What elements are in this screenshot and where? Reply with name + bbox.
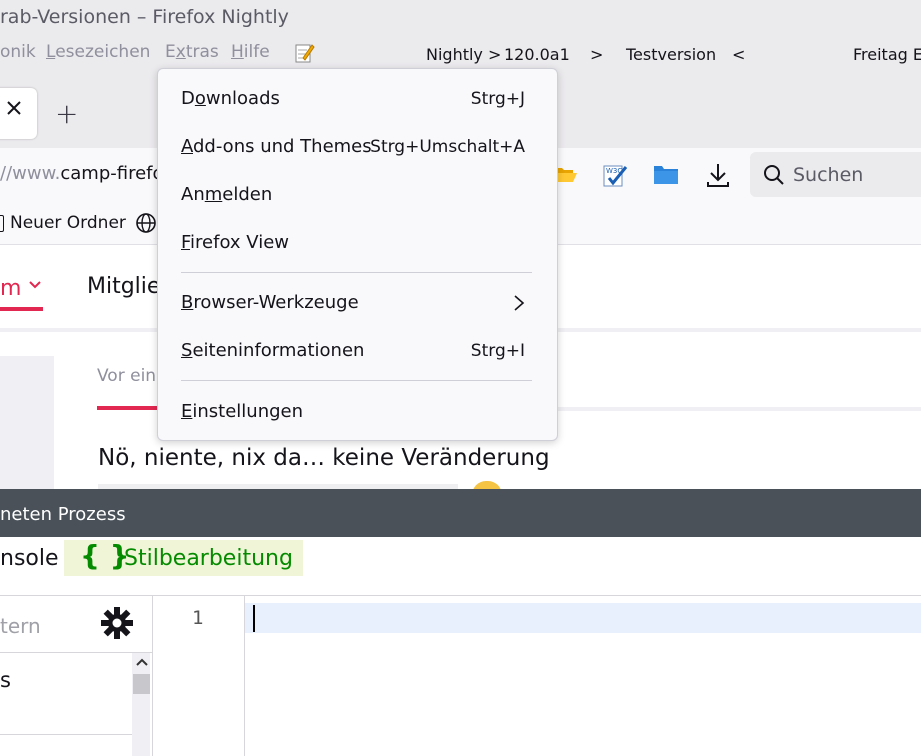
menu-item-browser-werkzeuge-label: rowser-Werkzeuge [193, 292, 359, 313]
devtools-title: neten Prozess [0, 504, 126, 525]
menu-separator [181, 380, 532, 381]
search-input[interactable]: Suchen [793, 164, 863, 186]
text-caret [253, 605, 255, 632]
version-label-nightly: Nightly [426, 45, 483, 64]
menu-item-lesezeichen-accesskey: L [46, 42, 56, 62]
site-nav-item-mitglieder[interactable]: Mitglie [87, 274, 160, 299]
menu-item-extras-label-post: tras [185, 42, 219, 62]
menu-item-seiteninformationen[interactable]: Seiteninformationen [181, 340, 364, 361]
menu-item-firefox-view[interactable]: Firefox View [181, 232, 289, 253]
shortcut-seiteninformationen: Strg+I [470, 341, 525, 361]
post-body-text: Nö, niente, nix da… keine Veränderung [98, 445, 550, 471]
notepad-icon[interactable] [293, 42, 315, 64]
version-separator-1: > [488, 45, 502, 64]
extras-menu-popup [157, 68, 558, 441]
date-label: Freitag E [853, 45, 921, 64]
window-title: rab-Versionen – Firefox Nightly [0, 6, 289, 28]
menu-item-downloads-accesskey: o [194, 88, 206, 109]
tab-console[interactable]: nsole [0, 546, 59, 571]
scrollbar-thumb[interactable] [133, 674, 150, 694]
list-divider [0, 734, 132, 735]
version-separator-2: > [590, 45, 604, 64]
menu-item-einstellungen[interactable]: Einstellungen [181, 401, 303, 422]
version-number: 120.0a1 [504, 45, 570, 64]
menu-item-hilfe-accesskey: H [231, 42, 244, 62]
menu-item-browser-werkzeuge[interactable]: Browser-Werkzeuge [181, 292, 359, 313]
version-channel: Testversion [626, 45, 717, 64]
scrollbar[interactable] [132, 653, 150, 756]
menu-item-hilfe-label: ilfe [243, 42, 270, 62]
post-accent-line [97, 406, 157, 410]
post-meta: Vor ein [97, 366, 157, 386]
menu-item-addons-themes[interactable]: Add-ons und Themes [181, 136, 372, 157]
menu-item-extras-accesskey: x [175, 42, 186, 62]
menu-item-seiteninformationen-label: eiteninformationen [192, 340, 365, 361]
folder-icon[interactable] [653, 163, 679, 185]
menu-item-elektronik[interactable]: onik [0, 42, 36, 62]
devtools-titlebar [0, 489, 921, 537]
site-nav-active-item[interactable]: m [0, 276, 21, 301]
url-field[interactable]: //www.camp-firefo [0, 163, 164, 184]
filter-divider [0, 652, 152, 653]
shortcut-downloads: Strg+J [470, 89, 525, 109]
menu-item-seiteninformationen-accesskey: S [181, 340, 193, 361]
menu-item-addons-accesskey: A [181, 136, 193, 157]
style-sheet-list-item[interactable]: s [0, 668, 11, 692]
menu-item-downloads[interactable]: Downloads [181, 88, 280, 109]
filter-input[interactable]: tern [0, 614, 41, 638]
bookmark-folder-neuer-ordner[interactable]: Neuer Ordner [10, 213, 126, 233]
page-sidebar [0, 356, 54, 489]
globe-icon[interactable] [135, 212, 157, 234]
menu-item-firefox-view-accesskey: F [181, 232, 191, 253]
menu-item-anmelden[interactable]: Anmelden [181, 184, 272, 205]
shortcut-addons-themes: Strg+Umschalt+A [370, 137, 525, 157]
gear-icon[interactable] [100, 606, 134, 640]
menu-item-downloads-label-pre: D [181, 88, 195, 109]
search-icon [763, 164, 785, 186]
line-number: 1 [192, 607, 204, 629]
chevron-right-icon [513, 294, 525, 312]
new-tab-button[interactable]: + [55, 97, 78, 130]
menu-item-einstellungen-label: instellungen [192, 401, 304, 422]
url-prefix: //www. [0, 163, 61, 184]
close-icon[interactable] [6, 100, 22, 116]
bookmark-folder-icon [0, 215, 4, 232]
version-separator-3: < [732, 45, 746, 64]
menu-item-firefox-view-label: irefox View [190, 232, 290, 253]
url-host: camp-firefo [60, 163, 164, 184]
site-nav-active-label: m [0, 276, 22, 301]
tab-style-editor-label: Stilbearbeitung [124, 546, 293, 571]
menu-item-anmelden-label-pre: An [181, 184, 205, 205]
menu-item-downloads-label-post: wnloads [205, 88, 280, 109]
scroll-up-icon[interactable] [135, 657, 149, 667]
menu-separator [181, 272, 532, 273]
chevron-down-icon[interactable] [28, 280, 42, 290]
menu-item-einstellungen-accesskey: E [181, 401, 193, 422]
download-icon[interactable] [706, 162, 730, 188]
menu-item-extras[interactable]: Extras [165, 42, 219, 62]
w3c-validator-icon[interactable]: W3C [601, 161, 629, 189]
menu-item-anmelden-label-post: elden [222, 184, 273, 205]
menu-item-lesezeichen-label: esezeichen [55, 42, 151, 62]
menu-item-anmelden-accesskey: m [204, 184, 223, 205]
braces-icon: { } [80, 539, 130, 572]
editor-active-line[interactable] [245, 603, 921, 633]
menu-item-addons-label: dd-ons und Themes [193, 136, 372, 157]
menu-item-hilfe[interactable]: Hilfe [231, 42, 270, 62]
menu-item-extras-label-pre: E [165, 42, 176, 62]
menu-item-lesezeichen[interactable]: Lesezeichen [46, 42, 150, 62]
menu-item-browser-werkzeuge-accesskey: B [181, 292, 194, 313]
active-nav-underline [0, 307, 43, 311]
